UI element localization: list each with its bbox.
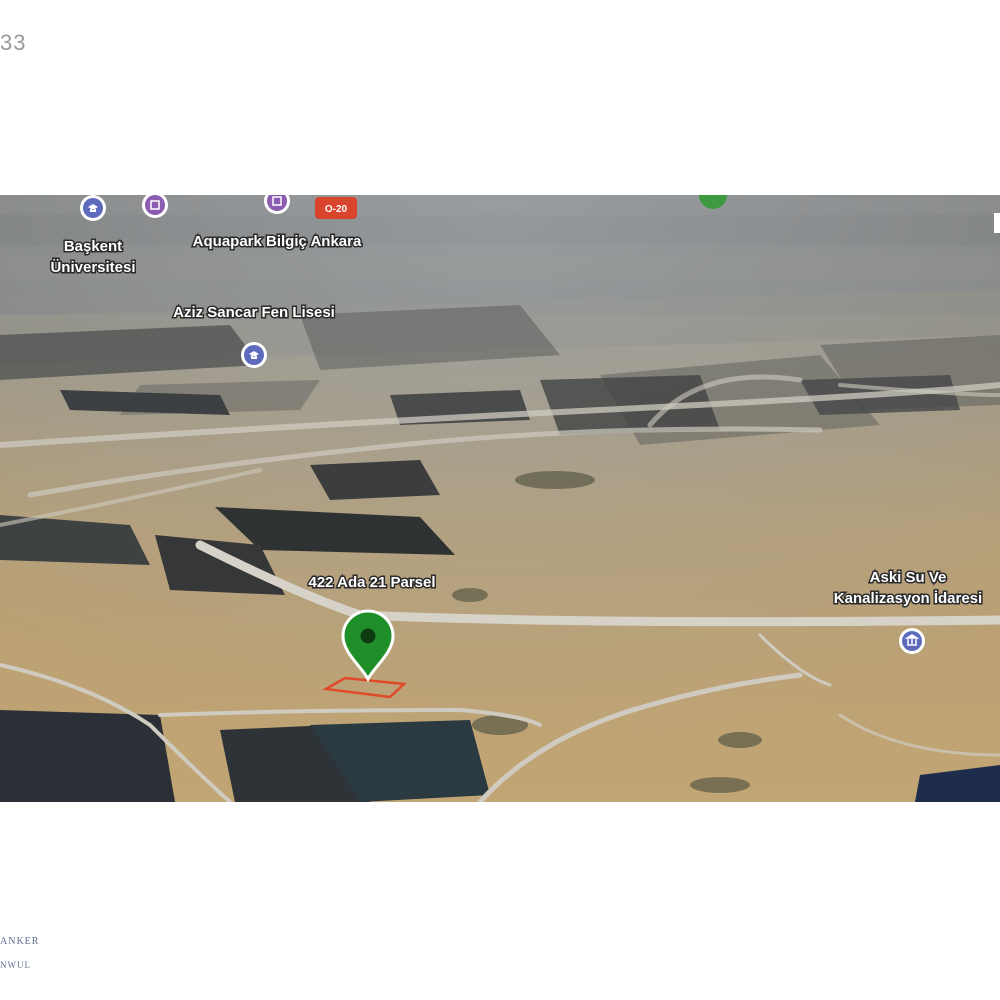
watermark-line2: NWUL: [0, 960, 31, 970]
label-baskent-line1: Başkent: [64, 238, 122, 255]
highway-shield[interactable]: O-20: [315, 197, 357, 219]
school-icon[interactable]: [241, 342, 267, 368]
label-aski-line1: Aski Su Ve: [870, 569, 947, 586]
svg-text:O-20: O-20: [325, 204, 348, 215]
label-aziz-sancar: Aziz Sancar Fen Lisesi: [173, 304, 335, 321]
government-building-icon[interactable]: [899, 628, 925, 654]
edge-icon: [994, 213, 1000, 233]
label-parcel: 422 Ada 21 Parsel: [308, 574, 435, 591]
label-aquapark: Aquapark Bilgiç Ankara: [193, 233, 362, 250]
label-baskent-line2: Üniversitesi: [50, 259, 135, 276]
distant-city: [0, 195, 1000, 802]
page: 33 O-20 Başkent Üniversitesi Aquapark Bi…: [0, 0, 1000, 1000]
watermark-line1: ANKER: [0, 936, 40, 947]
satellite-map-view[interactable]: O-20 Başkent Üniversitesi Aquapark Bilgi…: [0, 195, 1000, 802]
label-aski-line2: Kanalizasyon İdaresi: [834, 590, 982, 607]
listing-number: 33: [0, 30, 27, 55]
map-canvas[interactable]: O-20 Başkent Üniversitesi Aquapark Bilgi…: [0, 195, 1000, 802]
school-icon[interactable]: [80, 195, 106, 221]
